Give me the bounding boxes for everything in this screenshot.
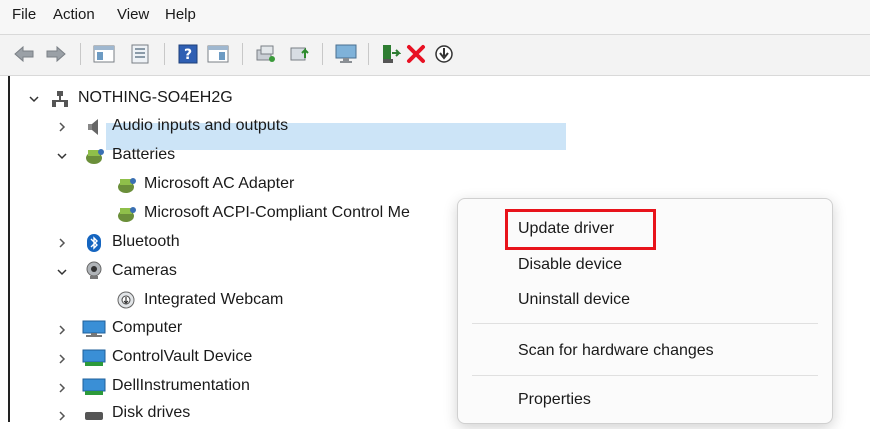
tree-item-disk-drives[interactable]: Disk drives	[112, 404, 190, 422]
menu-separator	[472, 375, 818, 376]
bluetooth-icon	[84, 233, 104, 253]
chevron-right-icon[interactable]	[54, 230, 70, 256]
camera-icon	[84, 261, 104, 281]
menu-view[interactable]: View	[117, 6, 149, 23]
disable-device-icon[interactable]	[432, 42, 456, 66]
menu-help[interactable]: Help	[165, 6, 196, 23]
console-tree-icon[interactable]	[92, 42, 116, 66]
chevron-down-icon[interactable]	[54, 143, 70, 169]
menu-item-uninstall-device[interactable]: Uninstall device	[518, 291, 630, 309]
menu-item-disable-device[interactable]: Disable device	[518, 256, 622, 274]
chevron-right-icon[interactable]	[54, 346, 70, 372]
battery-device-icon	[116, 204, 136, 224]
tree-item-computer[interactable]: Computer	[112, 319, 182, 337]
monitor-icon[interactable]	[334, 42, 358, 66]
back-icon[interactable]	[12, 42, 36, 66]
toolbar-separator	[164, 43, 165, 65]
tree-item-bluetooth[interactable]: Bluetooth	[112, 233, 180, 251]
menu-action[interactable]: Action	[53, 6, 95, 23]
scan-changes-icon[interactable]	[254, 42, 278, 66]
battery-device-icon	[116, 175, 136, 195]
properties-icon[interactable]	[128, 42, 152, 66]
tree-item-webcam[interactable]: Integrated Webcam	[144, 291, 283, 309]
device-icon	[82, 348, 106, 368]
tree-item-acpi-battery[interactable]: Microsoft ACPI-Compliant Control Me	[144, 204, 410, 222]
chevron-right-icon[interactable]	[54, 317, 70, 343]
computer-icon	[82, 319, 106, 339]
help-icon[interactable]: ?	[176, 42, 200, 66]
enable-device-icon[interactable]	[378, 42, 402, 66]
toolbar-separator	[80, 43, 81, 65]
toolbar-separator	[322, 43, 323, 65]
toolbar: ?	[0, 34, 870, 76]
toolbar-separator	[242, 43, 243, 65]
chevron-right-icon[interactable]	[54, 375, 70, 401]
menu-item-properties[interactable]: Properties	[518, 391, 591, 409]
chevron-right-icon[interactable]	[54, 403, 70, 429]
speaker-icon	[84, 117, 104, 137]
forward-icon[interactable]	[44, 42, 68, 66]
webcam-icon	[116, 290, 136, 310]
svg-text:?: ?	[184, 47, 192, 63]
computer-network-icon	[50, 89, 70, 109]
menu-separator	[472, 323, 818, 324]
tree-root-label[interactable]: NOTHING-SO4EH2G	[78, 89, 233, 107]
toolbar-separator	[368, 43, 369, 65]
menu-item-scan-hardware[interactable]: Scan for hardware changes	[518, 342, 714, 360]
action-pane-icon[interactable]	[206, 42, 230, 66]
battery-icon	[84, 146, 104, 166]
chevron-down-icon[interactable]	[54, 259, 70, 285]
tree-item-audio[interactable]: Audio inputs and outputs	[112, 117, 288, 135]
disk-drive-icon	[84, 406, 104, 426]
tree-item-batteries[interactable]: Batteries	[112, 146, 175, 164]
tree-item-ac-adapter[interactable]: Microsoft AC Adapter	[144, 175, 294, 193]
chevron-down-icon[interactable]	[26, 86, 42, 112]
menu-bar: File Action View Help	[0, 0, 870, 34]
update-driver-highlight-box	[505, 209, 656, 250]
device-icon	[82, 377, 106, 397]
tree-item-controlvault[interactable]: ControlVault Device	[112, 348, 252, 366]
menu-file[interactable]: File	[12, 6, 36, 23]
tree-item-cameras[interactable]: Cameras	[112, 262, 177, 280]
tree-item-dellinstrumentation[interactable]: DellInstrumentation	[112, 377, 250, 395]
uninstall-icon[interactable]	[404, 42, 428, 66]
chevron-right-icon[interactable]	[54, 114, 70, 140]
update-driver-icon[interactable]	[288, 42, 312, 66]
